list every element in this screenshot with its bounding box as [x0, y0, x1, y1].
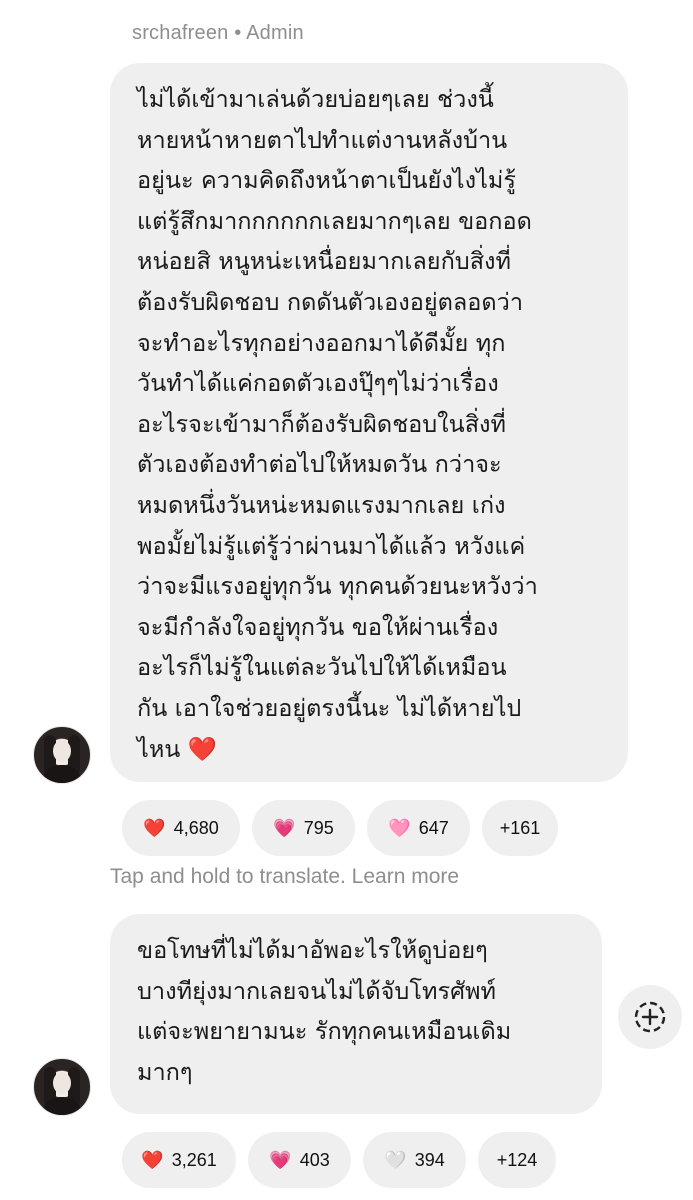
message-line: ต้องรับผิดชอบ กดดันตัวเองอยู่ตลอดว่า — [137, 287, 524, 316]
message-line: พอมั้ยไม่รู้แต่รู้ว่าผ่านมาได้แล้ว หวังแ… — [137, 531, 526, 560]
reaction-count: 3,261 — [171, 1149, 217, 1170]
message-line: หมดหนึ่งวันหน่ะหมดแรงมากเลย เก่ง — [137, 490, 506, 519]
reaction-pill-red-heart[interactable]: ❤️ 4,680 — [122, 800, 240, 856]
add-reaction-button[interactable] — [618, 985, 682, 1049]
reaction-more-count: +124 — [496, 1149, 538, 1170]
avatar[interactable] — [33, 726, 91, 784]
message-line: อะไรก็ไม่รู้ในแต่ละวันไปให้ได้เหมือน — [137, 653, 507, 682]
message-line: มากๆ — [137, 1057, 193, 1086]
reaction-pill-sparkling-heart[interactable]: 💗 403 — [248, 1132, 351, 1188]
message-line: วันทำได้แค่กอดตัวเองปุ๊ๆๆไม่ว่าเรื่อง — [137, 369, 499, 398]
reaction-count: 394 — [414, 1149, 445, 1170]
reaction-bar: ❤️ 4,680 💗 795 🩷 647 +161 — [122, 800, 570, 856]
sender-username[interactable]: srchafreen — [132, 22, 229, 44]
reaction-count: 647 — [418, 817, 449, 838]
add-reaction-icon — [634, 1001, 666, 1033]
avatar-face — [53, 1072, 71, 1094]
message-line: บางทียุ่งมากเลยจนไม่ได้จับโทรศัพท์ — [137, 976, 496, 1005]
message-line: อยู่นะ ความคิดถึงหน้าตาเป็นยังไงไม่รู้ — [137, 166, 517, 195]
message-bubble[interactable]: ขอโทษที่ไม่ได้มาอัพอะไรให้ดูบ่อยๆ บางทีย… — [110, 914, 602, 1114]
translate-hint[interactable]: Tap and hold to translate. Learn more — [110, 865, 459, 889]
red-heart-icon: ❤️ — [143, 817, 166, 839]
channel-sender-header: srchafreen • Admin — [132, 22, 304, 45]
message-bubble[interactable]: ไม่ได้เข้ามาเล่นด้วยบ่อยๆเลย ช่วงนี้ หาย… — [110, 63, 628, 782]
reaction-pill-pink-heart[interactable]: 🩷 647 — [367, 800, 470, 856]
reaction-count: 403 — [299, 1149, 330, 1170]
reaction-more-count: +161 — [499, 817, 541, 838]
avatar-face — [53, 740, 71, 762]
message-line-text: ไหน — [137, 734, 181, 763]
reaction-pill-more[interactable]: +124 — [478, 1132, 556, 1188]
reaction-pill-white-heart[interactable]: 🤍 394 — [363, 1132, 466, 1188]
message-line: จะมีกำลังใจอยู่ทุกวัน ขอให้ผ่านเรื่อง — [137, 612, 499, 641]
message-line-last: ไหน ❤️ — [137, 729, 602, 770]
message-line: จะทำอะไรทุกอย่างออกมาได้ดีมั้ย ทุก — [137, 328, 506, 357]
reaction-count: 4,680 — [173, 817, 219, 838]
message-line: แต่จะพยายามนะ รักทุกคนเหมือนเดิม — [137, 1017, 512, 1046]
message-line: อะไรจะเข้ามาก็ต้องรับผิดชอบในสิ่งที่ — [137, 409, 507, 438]
growing-heart-icon: 💗 — [273, 817, 296, 839]
reaction-count: 795 — [303, 817, 334, 838]
sender-separator: • — [234, 22, 242, 44]
message-line: หายหน้าหายตาไปทำแต่งานหลังบ้าน — [137, 125, 508, 154]
message-line: ไม่ได้เข้ามาเล่นด้วยบ่อยๆเลย ช่วงนี้ — [137, 85, 494, 113]
message-line: แต่รู้สึกมากกกกกกเลยมากๆเลย ขอกอด — [137, 206, 532, 235]
message-line: กัน เอาใจช่วยอยู่ตรงนี้นะ ไม่ได้หายไป — [137, 693, 522, 722]
reaction-bar: ❤️ 3,261 💗 403 🤍 394 +124 — [122, 1132, 568, 1188]
avatar[interactable] — [33, 1058, 91, 1116]
reaction-pill-sparkling-heart[interactable]: 💗 795 — [252, 800, 355, 856]
sender-role: Admin — [246, 22, 304, 44]
heart-emoji-icon: ❤️ — [187, 734, 218, 763]
pink-heart-icon: 🩷 — [388, 817, 411, 839]
message-line: ขอโทษที่ไม่ได้มาอัพอะไรให้ดูบ่อยๆ — [137, 936, 488, 964]
reaction-pill-more[interactable]: +161 — [482, 800, 558, 856]
reaction-pill-red-heart[interactable]: ❤️ 3,261 — [122, 1132, 236, 1188]
white-heart-icon: 🤍 — [384, 1149, 407, 1171]
message-line: ตัวเองต้องทำต่อไปให้หมดวัน กว่าจะ — [137, 450, 502, 479]
message-line: หน่อยสิ หนูหน่ะเหนื่อยมากเลยกับสิ่งที่ — [137, 247, 512, 276]
message-line: ว่าจะมีแรงอยู่ทุกวัน ทุกคนด้วยนะหวังว่า — [137, 572, 538, 601]
red-heart-icon: ❤️ — [141, 1149, 164, 1171]
growing-heart-icon: 💗 — [269, 1149, 292, 1171]
